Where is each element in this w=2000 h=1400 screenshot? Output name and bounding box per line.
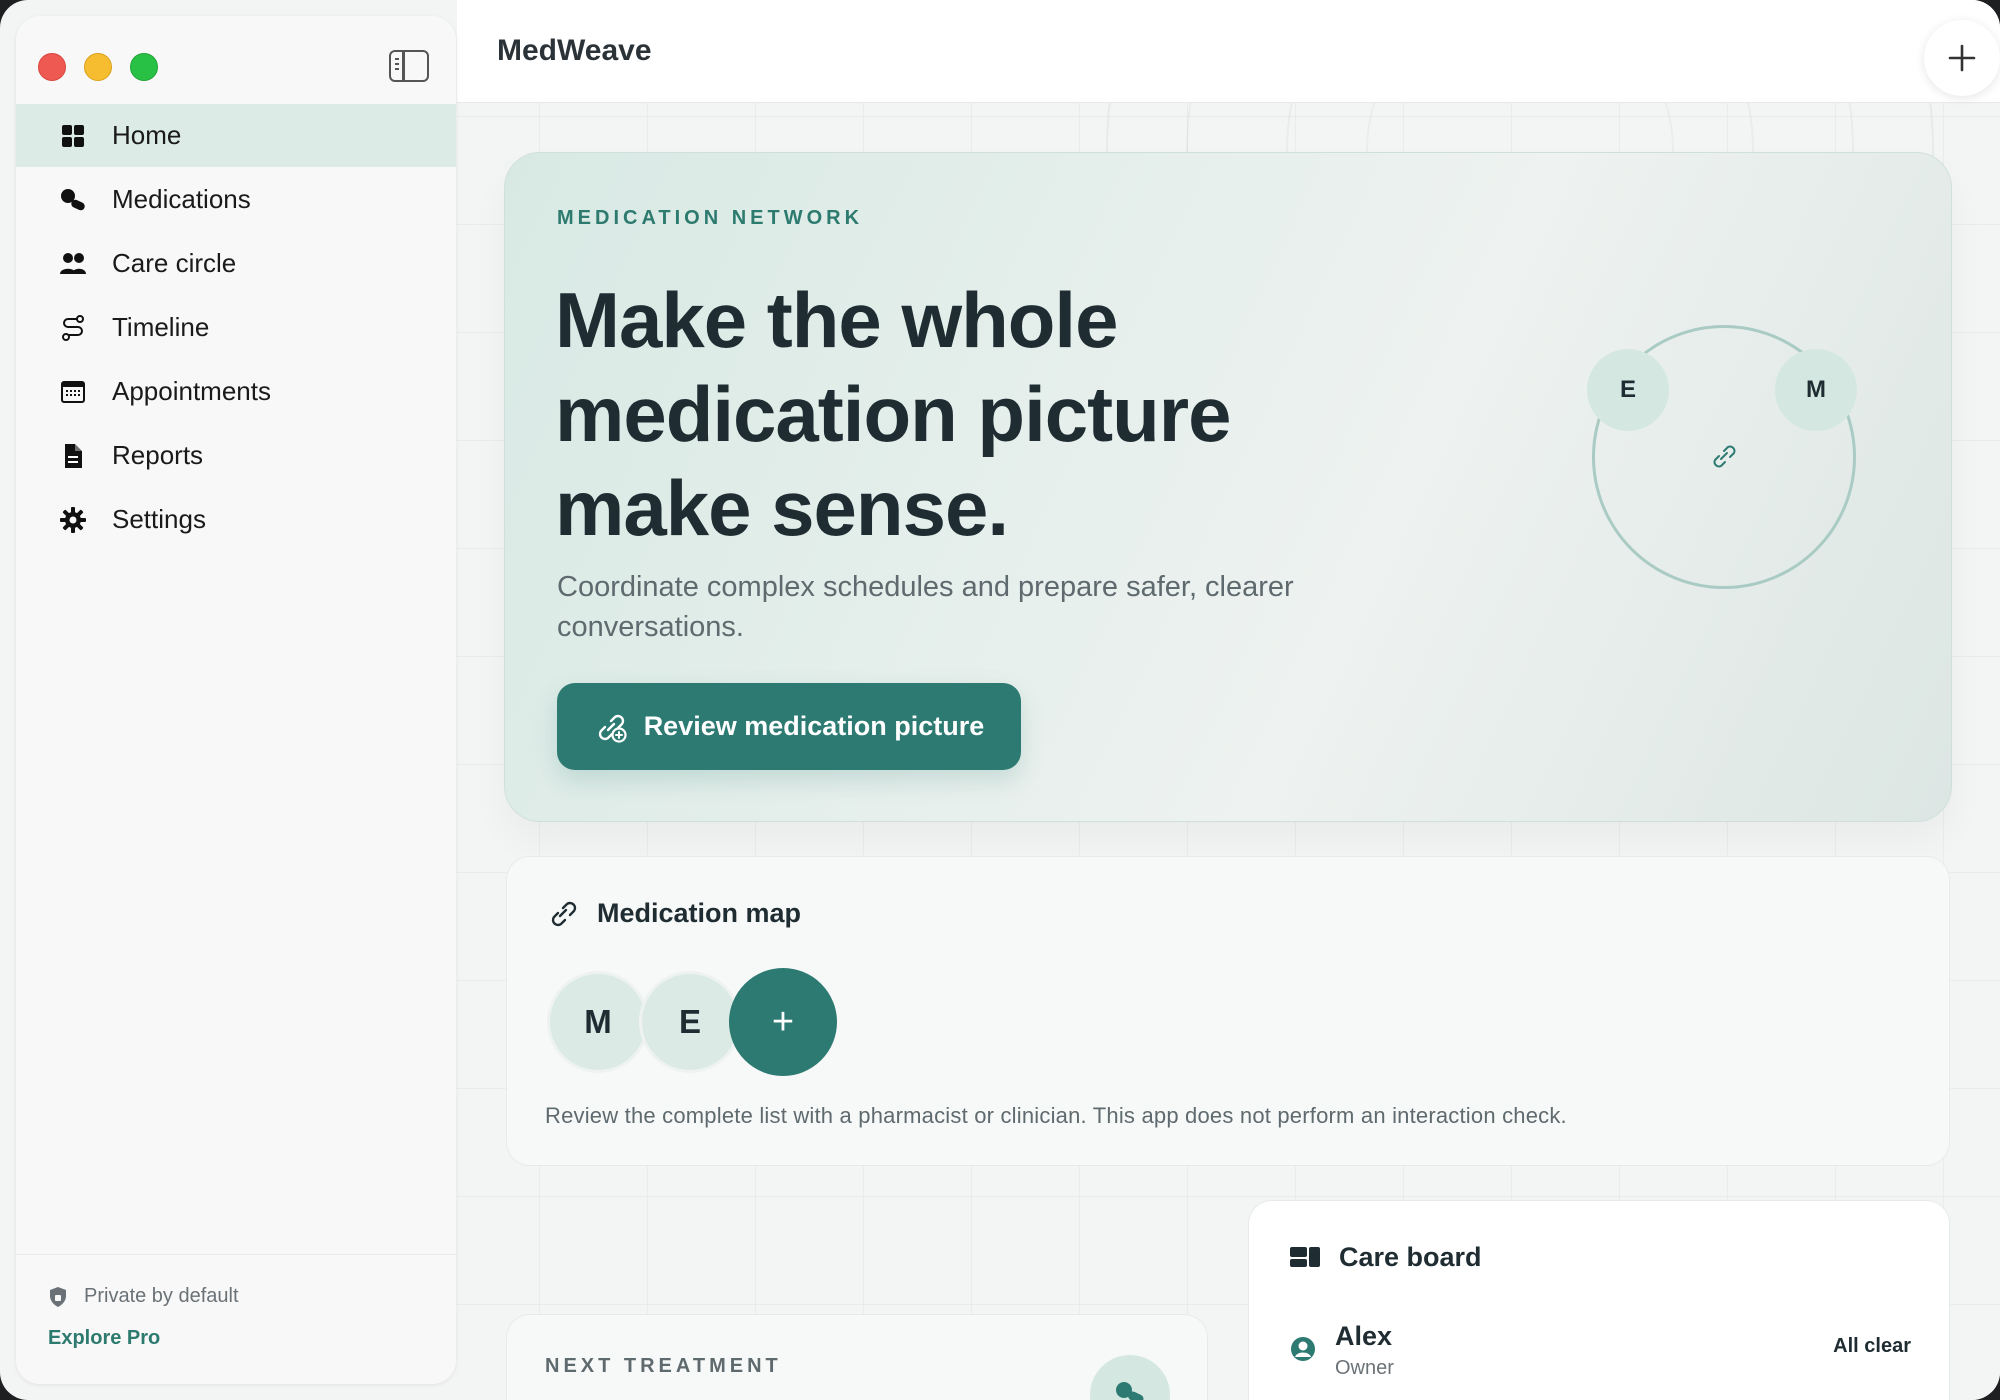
medication-map-card: Medication map M E + Review the complete…: [506, 856, 1950, 1166]
hero-card: MEDICATION NETWORK Make the whole medica…: [504, 152, 1952, 822]
hero-title-line: medication picture: [555, 370, 1231, 458]
top-bar: MedWeave: [457, 0, 2000, 103]
sidebar-nav: Home Medications Care circle Timeline Ap…: [16, 104, 456, 552]
cta-label: Review medication picture: [643, 711, 985, 741]
people-icon: [58, 249, 88, 279]
link-icon: [1713, 445, 1736, 468]
care-member-row[interactable]: Alex Owner All clear: [1289, 1321, 1911, 1381]
sidebar-item-label: Appointments: [112, 376, 271, 406]
sidebar-footer: Private by default Explore Pro: [16, 1254, 456, 1384]
care-board-title: Care board: [1339, 1241, 1482, 1272]
medication-chip-m[interactable]: M: [547, 971, 649, 1073]
hero-title-line: Make the whole: [555, 276, 1118, 364]
close-window-button[interactable]: [38, 53, 66, 81]
add-medication-button[interactable]: +: [729, 968, 837, 1076]
sidebar-item-label: Home: [112, 120, 182, 150]
hero-title: Make the whole medication picture make s…: [555, 273, 1455, 555]
window-controls: [38, 53, 158, 81]
minimize-window-button[interactable]: [84, 53, 112, 81]
plus-icon: [1948, 44, 1976, 72]
maximize-window-button[interactable]: [130, 53, 158, 81]
app-window: MedWeave Home Medications Care circle Ti…: [0, 0, 2000, 1400]
network-node-e: E: [1587, 349, 1669, 431]
sidebar-toggle-icon[interactable]: [389, 50, 429, 82]
link-add-icon: [598, 714, 627, 743]
user-circle-icon: [1291, 1337, 1315, 1361]
medication-map-header: Medication map: [547, 897, 801, 929]
grid-icon: [58, 121, 88, 151]
sidebar-item-label: Timeline: [112, 312, 210, 342]
privacy-label: Private by default: [84, 1285, 239, 1307]
medication-chip-e[interactable]: E: [639, 971, 741, 1073]
next-treatment-eyebrow: NEXT TREATMENT: [545, 1355, 782, 1377]
sidebar-item-label: Settings: [112, 504, 206, 534]
care-board-header: Care board: [1289, 1241, 1482, 1273]
gear-icon: [58, 505, 88, 535]
link-icon: [551, 901, 577, 927]
board-icon: [1290, 1247, 1320, 1267]
calendar-icon: [58, 377, 88, 407]
member-name: Alex: [1335, 1321, 1393, 1351]
explore-pro-link[interactable]: Explore Pro: [48, 1327, 160, 1350]
hero-subtitle: Coordinate complex schedules and prepare…: [557, 571, 1294, 643]
sidebar-item-label: Medications: [112, 184, 251, 214]
hero-title-line: make sense.: [555, 464, 1009, 552]
add-button[interactable]: [1924, 20, 2000, 96]
care-board-card: Care board Alex Owner All clear: [1248, 1200, 1950, 1400]
member-role: Owner: [1335, 1357, 1394, 1379]
hero-eyebrow: MEDICATION NETWORK: [557, 207, 864, 229]
document-icon: [58, 441, 88, 471]
sidebar-item-settings[interactable]: Settings: [16, 488, 456, 551]
sidebar-item-medications[interactable]: Medications: [16, 168, 456, 231]
pills-icon: [1116, 1382, 1144, 1400]
review-medication-picture-button[interactable]: Review medication picture: [557, 683, 1021, 770]
member-status: All clear: [1833, 1335, 1911, 1357]
pills-icon: [58, 185, 88, 215]
sidebar-item-timeline[interactable]: Timeline: [16, 296, 456, 359]
network-node-m: M: [1775, 349, 1857, 431]
sidebar-item-reports[interactable]: Reports: [16, 424, 456, 487]
shield-icon: [50, 1286, 66, 1307]
app-title: MedWeave: [497, 34, 652, 67]
sidebar-item-care-circle[interactable]: Care circle: [16, 232, 456, 295]
sidebar-item-home[interactable]: Home: [16, 104, 456, 167]
sidebar-item-label: Reports: [112, 440, 204, 470]
medication-map-note: Review the complete list with a pharmaci…: [545, 1103, 1567, 1128]
route-icon: [58, 313, 88, 343]
privacy-note: Private by default: [48, 1285, 239, 1308]
medication-map-title: Medication map: [597, 897, 802, 928]
treatment-icon-badge: [1090, 1355, 1170, 1400]
sidebar: Home Medications Care circle Timeline Ap…: [16, 16, 456, 1384]
sidebar-item-label: Care circle: [112, 248, 237, 278]
next-treatment-card: NEXT TREATMENT: [506, 1314, 1208, 1400]
sidebar-item-appointments[interactable]: Appointments: [16, 360, 456, 423]
